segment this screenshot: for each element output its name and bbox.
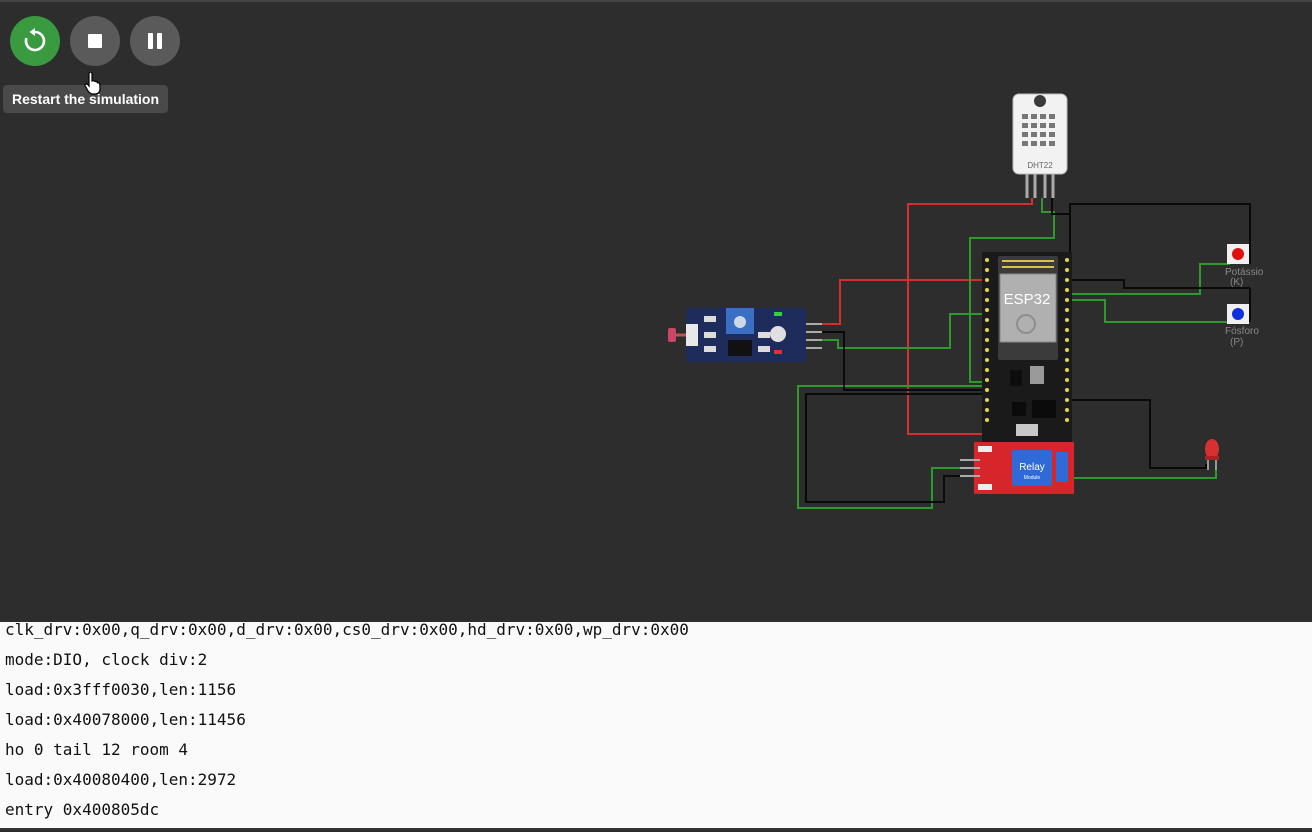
- stop-button[interactable]: [70, 16, 120, 66]
- console-line: clk_drv:0x00,q_drv:0x00,d_drv:0x00,cs0_d…: [5, 622, 689, 639]
- dht22-label: DHT22: [1027, 161, 1053, 170]
- wire-black-led: [1066, 399, 1207, 469]
- console-line: mode:DIO, clock div:2: [5, 650, 208, 669]
- button2-label: Fósforo: [1225, 326, 1259, 337]
- console-line: load:0x40078000,len:11456: [5, 710, 246, 729]
- restart-button[interactable]: [10, 16, 60, 66]
- wire-green-ldr: [822, 313, 998, 349]
- pushbutton-fosforo[interactable]: [1227, 304, 1249, 324]
- console-line: entry 0x400805dc: [5, 800, 160, 819]
- pushbutton-potassio[interactable]: [1227, 244, 1249, 264]
- esp32-board[interactable]: ESP32: [982, 252, 1072, 442]
- restart-icon: [24, 28, 46, 52]
- wire-black-gnd1: [1069, 204, 1250, 289]
- hand-cursor-icon: [84, 72, 101, 95]
- dht22-sensor[interactable]: DHT22: [1012, 93, 1068, 198]
- wire-black-ldr: [822, 331, 990, 391]
- simulation-canvas[interactable]: DHT22 ESP32 Relay Module Potássio (K) Fó…: [0, 0, 1312, 622]
- wire-green-relay: [797, 385, 990, 509]
- console-line: ho 0 tail 12 room 4: [5, 740, 189, 759]
- pause-icon: [148, 33, 162, 49]
- wire-green-btn2: [1070, 299, 1230, 323]
- relay-label: Relay: [1019, 462, 1045, 473]
- circuit-diagram: DHT22 ESP32 Relay Module Potássio (K) Fó…: [668, 93, 1264, 509]
- button2-sublabel: (P): [1230, 337, 1243, 348]
- wire-black-relay: [805, 393, 990, 503]
- red-led[interactable]: [1205, 439, 1219, 470]
- wire-green-led: [1074, 464, 1217, 479]
- wire-red-ldr: [822, 279, 998, 325]
- console-line: load:0x3fff0030,len:1156: [5, 680, 237, 699]
- button1-sublabel: (K): [1230, 277, 1243, 288]
- relay-sublabel: Module: [1024, 475, 1041, 481]
- ldr-sensor-module[interactable]: [668, 308, 822, 362]
- relay-module[interactable]: Relay Module: [960, 442, 1074, 494]
- stop-icon: [88, 34, 102, 48]
- serial-monitor[interactable]: clk_drv:0x00,q_drv:0x00,d_drv:0x00,cs0_d…: [0, 622, 1312, 830]
- console-line: load:0x40080400,len:2972: [5, 770, 237, 789]
- wire-black-dht: [1051, 198, 1251, 264]
- esp32-label: ESP32: [1004, 291, 1051, 308]
- pause-button[interactable]: [130, 16, 180, 66]
